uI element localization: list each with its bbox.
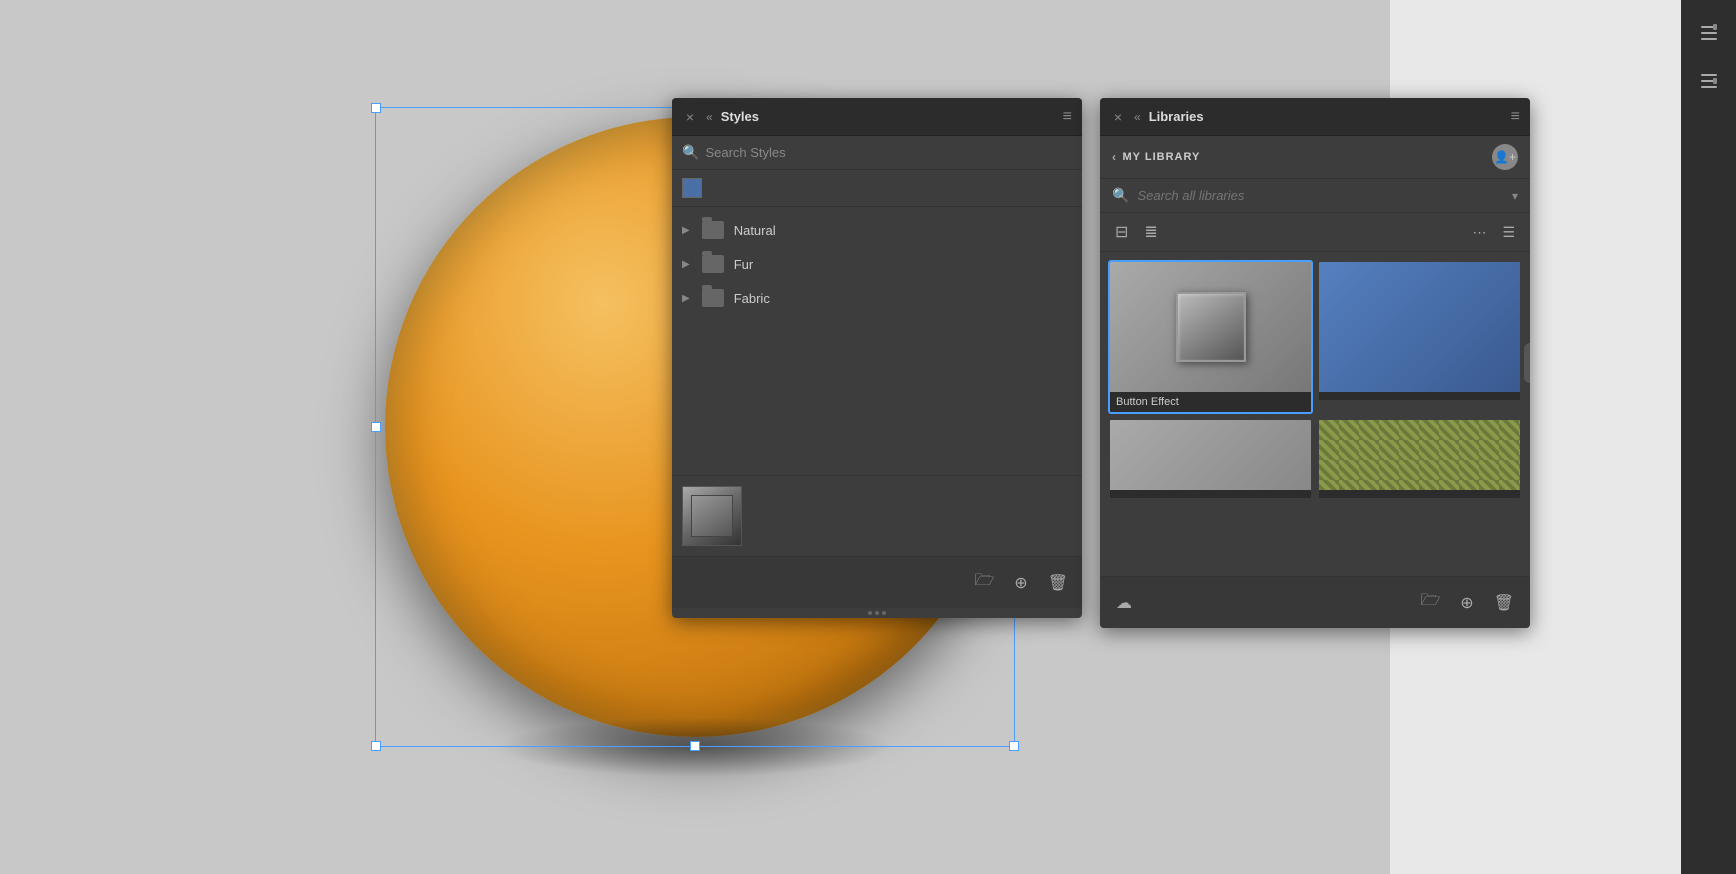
fabric-folder-icon (702, 289, 724, 307)
handle-middle-left[interactable] (371, 422, 381, 432)
handle-bottom-left[interactable] (371, 741, 381, 751)
libraries-filter-button[interactable]: ⊟ (1112, 219, 1131, 245)
libraries-search-dropdown-icon[interactable]: ▾ (1512, 189, 1518, 203)
libraries-collapse-button[interactable]: « (1134, 110, 1141, 124)
toolbar-icon-1[interactable] (1691, 15, 1727, 51)
fabric-label: Fabric (734, 291, 770, 306)
libraries-panel: × « Libraries ≡ ‹ MY LIBRARY 👤+ 🔍 ▾ ⊟ ≣ … (1100, 98, 1530, 628)
libraries-search-bar: 🔍 ▾ (1100, 179, 1530, 213)
resize-dot-2 (875, 611, 879, 615)
libraries-panel-title: Libraries (1149, 109, 1204, 124)
styles-delete-button[interactable]: 🗑 (1044, 569, 1072, 597)
styles-panel: × « Styles ≡ 🔍 ▶ Natural ▶ Fur ▶ Fabric (672, 98, 1082, 618)
styles-add-button[interactable]: ⊕ (1010, 569, 1031, 597)
resize-dot-1 (868, 611, 872, 615)
libraries-panel-footer: ☁ 🗁 ⊕ 🗑 (1100, 576, 1530, 628)
natural-folder-icon (702, 221, 724, 239)
gray-thumbnail (1110, 420, 1311, 490)
back-chevron-icon[interactable]: ‹ (1112, 150, 1117, 164)
pattern-item-label (1319, 490, 1520, 498)
libraries-search-icon: 🔍 (1112, 187, 1129, 204)
handle-top-left[interactable] (371, 103, 381, 113)
fur-chevron-icon: ▶ (682, 259, 690, 270)
styles-search-icon: 🔍 (682, 144, 699, 161)
libraries-panel-header: × « Libraries ≡ (1100, 98, 1530, 136)
styles-color-swatch[interactable] (682, 178, 702, 198)
toolbar-icon-2[interactable] (1691, 63, 1727, 99)
libraries-search-input[interactable] (1137, 188, 1504, 203)
style-thumbnail-inner (691, 495, 733, 537)
handle-bottom-right[interactable] (1009, 741, 1019, 751)
libraries-menu-button[interactable]: ≡ (1511, 108, 1520, 126)
styles-resize-handle[interactable] (672, 608, 1082, 618)
libraries-dotgrid-button[interactable]: ⋯ (1469, 221, 1489, 244)
my-library-nav: ‹ MY LIBRARY 👤+ (1100, 136, 1530, 179)
library-item-blue[interactable] (1317, 260, 1522, 414)
circle-shadow (495, 717, 895, 777)
gray2-item-label (1110, 490, 1311, 498)
style-item-natural[interactable]: ▶ Natural (672, 213, 1082, 247)
resize-dot-3 (882, 611, 886, 615)
libraries-header-left: × « Libraries (1110, 109, 1204, 125)
styles-collapse-button[interactable]: « (706, 110, 713, 124)
fur-folder-icon (702, 255, 724, 273)
button-effect-inner-thumb (1176, 292, 1246, 362)
fur-label: Fur (734, 257, 754, 272)
user-add-button[interactable]: 👤+ (1492, 144, 1518, 170)
libraries-sort-button[interactable]: ≣ (1141, 219, 1160, 245)
libraries-toolbar: ⊟ ≣ ⋯ ☰ (1100, 213, 1530, 252)
libraries-listview-button[interactable]: ☰ (1499, 221, 1518, 244)
styles-bottom-area (672, 475, 1082, 556)
style-item-fabric[interactable]: ▶ Fabric (672, 281, 1082, 315)
styles-search-bar: 🔍 (672, 136, 1082, 170)
blue-item-label (1319, 392, 1520, 400)
styles-menu-button[interactable]: ≡ (1063, 108, 1072, 126)
button-effect-label: Button Effect (1110, 392, 1311, 412)
libraries-drag-handle[interactable] (1524, 343, 1530, 383)
libraries-folder-button[interactable]: 🗁 (1416, 585, 1444, 620)
right-toolbar (1681, 0, 1736, 874)
libraries-delete-button[interactable]: 🗑 (1490, 589, 1518, 617)
library-item-gray2[interactable] (1108, 418, 1313, 500)
toolbar-icon-2-svg (1699, 71, 1719, 91)
style-thumbnail[interactable] (682, 486, 742, 546)
libraries-close-button[interactable]: × (1110, 109, 1126, 125)
styles-swatch-area (672, 170, 1082, 207)
button-effect-thumbnail (1110, 262, 1311, 392)
user-icon: 👤+ (1494, 150, 1516, 164)
library-item-button-effect[interactable]: Button Effect (1108, 260, 1313, 414)
libraries-grid: Button Effect (1100, 252, 1530, 576)
blue-thumbnail (1319, 262, 1520, 392)
pattern-thumbnail (1319, 420, 1520, 490)
style-item-fur[interactable]: ▶ Fur (672, 247, 1082, 281)
styles-panel-footer: 🗁 ⊕ 🗑 (672, 556, 1082, 608)
toolbar-icon-1-svg (1699, 23, 1719, 43)
styles-close-button[interactable]: × (682, 109, 698, 125)
libraries-add-button[interactable]: ⊕ (1456, 589, 1477, 617)
styles-panel-header: × « Styles ≡ (672, 98, 1082, 136)
styles-search-input[interactable] (705, 145, 1072, 160)
styles-header-left: × « Styles (682, 109, 759, 125)
my-library-nav-left: ‹ MY LIBRARY (1112, 150, 1200, 164)
styles-folder-button[interactable]: 🗁 (970, 565, 998, 600)
natural-label: Natural (734, 223, 776, 238)
natural-chevron-icon: ▶ (682, 225, 690, 236)
my-library-label: MY LIBRARY (1123, 151, 1201, 163)
styles-panel-title: Styles (721, 109, 759, 124)
styles-list: ▶ Natural ▶ Fur ▶ Fabric (672, 207, 1082, 475)
fabric-chevron-icon: ▶ (682, 293, 690, 304)
library-item-pattern[interactable] (1317, 418, 1522, 500)
libraries-cloud-button[interactable]: ☁ (1112, 589, 1136, 617)
